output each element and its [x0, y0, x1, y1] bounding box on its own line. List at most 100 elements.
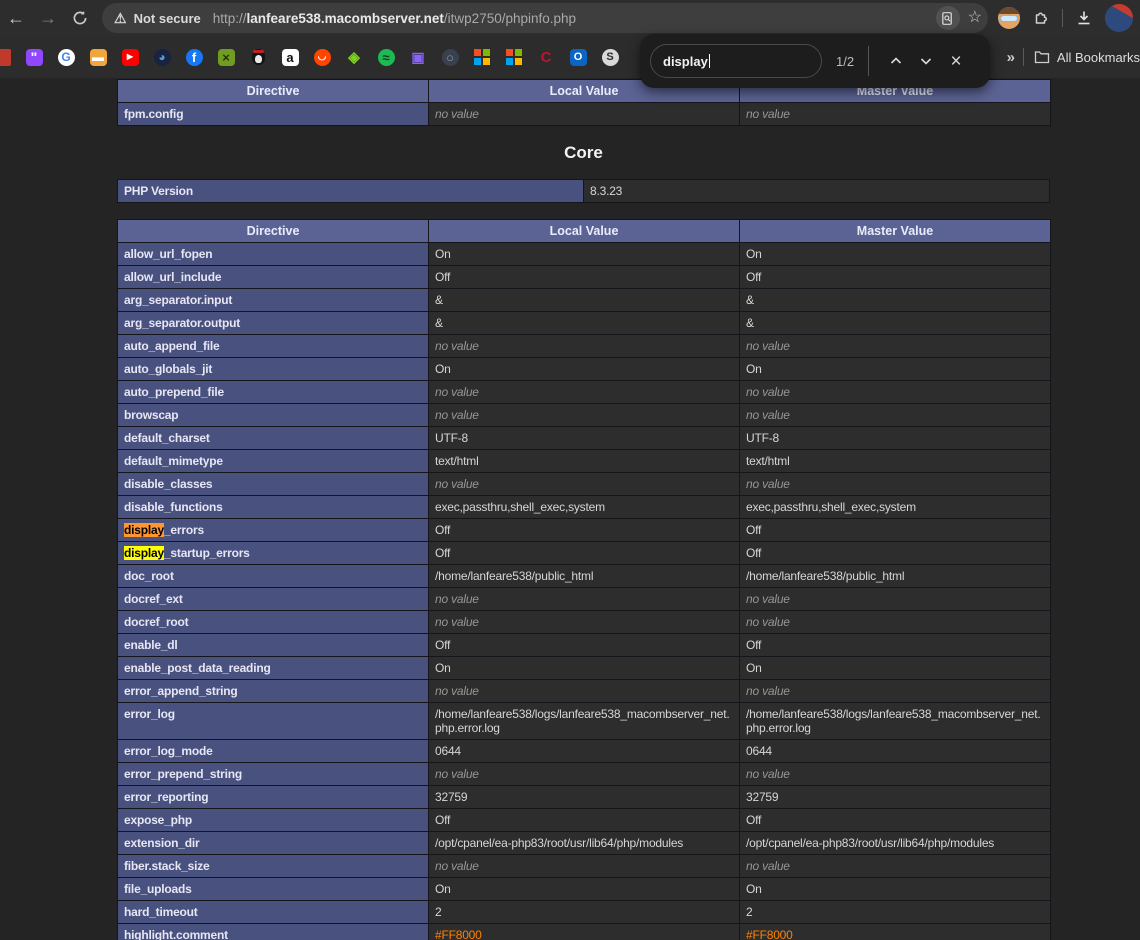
- value-cell: no value: [429, 680, 740, 703]
- value-cell: text/html: [740, 450, 1051, 473]
- bookmark-microsoft-2[interactable]: [505, 48, 523, 66]
- table-row: enable_dlOffOff: [118, 634, 1051, 657]
- all-bookmarks-button[interactable]: All Bookmarks: [1034, 50, 1140, 65]
- bookmark-twitch[interactable]: ": [25, 48, 43, 66]
- url-scheme: http://: [213, 11, 247, 26]
- value-cell: 0644: [740, 740, 1051, 763]
- downloads-button[interactable]: [1075, 9, 1093, 27]
- microsoft-1-icon: [474, 49, 490, 65]
- page-content: DirectiveLocal ValueMaster Valuefpm.conf…: [0, 78, 1140, 940]
- bookmark-clipped-red-site[interactable]: [0, 48, 11, 66]
- value-cell: no value: [429, 763, 740, 786]
- bookmark-red-c-site[interactable]: C: [537, 48, 555, 66]
- amber-site-icon: ▬: [90, 49, 107, 66]
- bookmarks-right: » All Bookmarks: [1007, 48, 1140, 66]
- find-next-button[interactable]: [911, 46, 941, 76]
- bookmark-youtube[interactable]: ▶: [121, 48, 139, 66]
- value-cell: 2: [740, 901, 1051, 924]
- bookmarks-overflow-button[interactable]: »: [1007, 49, 1013, 66]
- bookmark-penguin-site[interactable]: [249, 48, 267, 66]
- value-cell: no value: [740, 611, 1051, 634]
- value-cell: 32759: [429, 786, 740, 809]
- find-query: display: [663, 54, 708, 69]
- table-row: arg_separator.output&&: [118, 312, 1051, 335]
- value-cell: 2: [429, 901, 740, 924]
- directive-cell: docref_root: [118, 611, 429, 634]
- forward-button[interactable]: →: [32, 3, 64, 33]
- column-header: Directive: [118, 80, 429, 103]
- directive-cell: docref_ext: [118, 588, 429, 611]
- find-in-page-indicator[interactable]: [936, 6, 960, 30]
- red-c-site-icon: C: [538, 49, 555, 66]
- bookmark-grey-s-site[interactable]: S: [601, 48, 619, 66]
- table-row: PHP Version 8.3.23: [118, 180, 1050, 203]
- bookmark-star-icon[interactable]: ☆: [968, 10, 982, 26]
- table-row: file_uploadsOnOn: [118, 878, 1051, 901]
- extensions-button[interactable]: [1032, 9, 1050, 27]
- find-close-button[interactable]: ×: [941, 46, 971, 76]
- bookmark-google[interactable]: G: [57, 48, 75, 66]
- table-row: error_append_stringno valueno value: [118, 680, 1051, 703]
- find-previous-button[interactable]: [881, 46, 911, 76]
- directive-cell: PHP Version: [118, 180, 584, 203]
- profile-avatar[interactable]: [1105, 4, 1133, 32]
- directive-cell: browscap: [118, 404, 429, 427]
- value-cell: &: [740, 289, 1051, 312]
- bookmark-facebook[interactable]: f: [185, 48, 203, 66]
- back-button[interactable]: ←: [0, 3, 32, 33]
- find-input[interactable]: display: [650, 44, 822, 78]
- directive-cell: default_mimetype: [118, 450, 429, 473]
- chevron-up-icon: [888, 53, 904, 69]
- value-cell: no value: [740, 404, 1051, 427]
- bookmark-amazon[interactable]: a: [281, 48, 299, 66]
- table-row: expose_phpOffOff: [118, 809, 1051, 832]
- reload-button[interactable]: [64, 3, 96, 33]
- value-cell: /opt/cpanel/ea-php83/root/usr/lib64/php/…: [740, 832, 1051, 855]
- value-cell: no value: [740, 588, 1051, 611]
- value-cell: Off: [429, 634, 740, 657]
- value-cell: /home/lanfeare538/logs/lanfeare538_macom…: [429, 703, 740, 740]
- table-row: display_errorsOffOff: [118, 519, 1051, 542]
- table-row: highlight.comment#FF8000#FF8000: [118, 924, 1051, 940]
- table-row: default_charsetUTF-8UTF-8: [118, 427, 1051, 450]
- directive-cell: arg_separator.input: [118, 289, 429, 312]
- value-cell: text/html: [429, 450, 740, 473]
- value-cell: no value: [429, 473, 740, 496]
- bookmark-spotify[interactable]: ≈: [377, 48, 395, 66]
- bookmark-purple-nodes-site[interactable]: ▣: [409, 48, 427, 66]
- bookmark-green-cube-site[interactable]: ◈: [345, 48, 363, 66]
- directive-cell: error_log_mode: [118, 740, 429, 763]
- value-cell: /home/lanfeare538/public_html: [740, 565, 1051, 588]
- value-cell: no value: [740, 473, 1051, 496]
- directive-cell: fiber.stack_size: [118, 855, 429, 878]
- directive-cell: allow_url_include: [118, 266, 429, 289]
- table-row: arg_separator.input&&: [118, 289, 1051, 312]
- bookmark-microsoft-1[interactable]: [473, 48, 491, 66]
- bookmark-globe-site[interactable]: ○: [441, 48, 459, 66]
- directive-cell: error_append_string: [118, 680, 429, 703]
- find-match-inactive: display: [124, 546, 164, 560]
- table-row: default_mimetypetext/htmltext/html: [118, 450, 1051, 473]
- value-cell: On: [740, 243, 1051, 266]
- bookmark-amber-site[interactable]: ▬: [89, 48, 107, 66]
- value-cell: exec,passthru,shell_exec,system: [740, 496, 1051, 519]
- bookmark-green-game-site[interactable]: ×: [217, 48, 235, 66]
- url-path: /itwp2750/phpinfo.php: [444, 11, 576, 26]
- url-text: http://lanfeare538.macombserver.net/itwp…: [213, 11, 936, 26]
- bookmark-reddit[interactable]: ◡: [313, 48, 331, 66]
- directive-cell: error_reporting: [118, 786, 429, 809]
- section-title: Core: [117, 143, 1050, 163]
- security-chip[interactable]: ⚠ Not secure: [114, 11, 213, 26]
- browser-window: ← → ⚠ Not secure http://lanfeare538.maco…: [0, 0, 1140, 940]
- value-cell: On: [429, 358, 740, 381]
- value-cell: Off: [429, 266, 740, 289]
- bookmark-outlook[interactable]: O: [569, 48, 587, 66]
- value-cell: On: [429, 878, 740, 901]
- address-bar[interactable]: ⚠ Not secure http://lanfeare538.macombse…: [102, 3, 988, 33]
- value-cell: #FF8000: [740, 924, 1051, 940]
- profile-face-icon[interactable]: [998, 7, 1020, 29]
- green-game-site-icon: ×: [218, 49, 235, 66]
- table-row: auto_append_fileno valueno value: [118, 335, 1051, 358]
- table-row: enable_post_data_readingOnOn: [118, 657, 1051, 680]
- bookmark-dark-orb-site[interactable]: ◕: [153, 48, 171, 66]
